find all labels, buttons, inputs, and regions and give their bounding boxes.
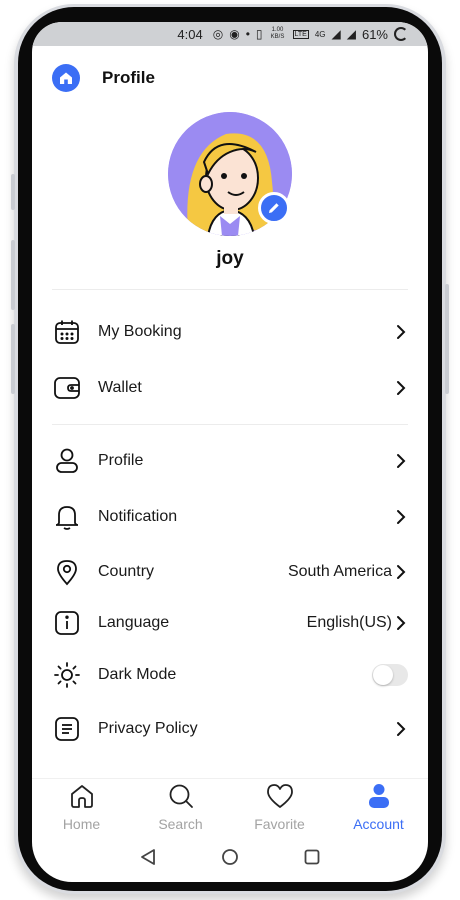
wallet-icon — [52, 373, 82, 403]
menu-item-language[interactable]: Language English(US) — [52, 601, 408, 645]
chevron-right-icon — [394, 507, 408, 527]
bottom-nav: Home Search Favorite Account — [32, 778, 428, 834]
menu-item-my-booking[interactable]: My Booking — [52, 310, 408, 354]
page-title: Profile — [102, 68, 155, 87]
phone-side-button — [11, 174, 15, 210]
nav-label: Account — [353, 816, 404, 832]
menu-item-profile[interactable]: Profile — [52, 439, 408, 483]
nav-label: Home — [62, 816, 101, 832]
divider — [52, 424, 408, 425]
home-button-icon[interactable] — [221, 848, 239, 871]
menu-label: Privacy Policy — [98, 720, 198, 737]
chevron-right-icon — [394, 613, 408, 633]
info-icon — [52, 608, 82, 638]
chevron-right-icon — [394, 322, 408, 342]
phone-side-button — [11, 324, 15, 394]
nav-item-account[interactable]: Account — [329, 779, 428, 834]
chevron-right-icon — [394, 451, 408, 471]
profile-username: joy — [216, 248, 244, 269]
status-bar: 4:04 ◎ ◉ • ▯ 1.00 KB/S LTE 4G ◢ ◢ 61% — [32, 22, 428, 46]
language-value: English(US) — [306, 614, 392, 631]
divider — [52, 289, 408, 290]
signal-icon: ◢ — [346, 27, 356, 41]
menu-label: My Booking — [98, 323, 182, 340]
home-icon — [69, 783, 95, 814]
home-icon[interactable] — [52, 64, 80, 92]
back-icon[interactable] — [139, 848, 157, 871]
menu-label: Profile — [98, 452, 144, 469]
network-speed: 1.00 KB/S — [270, 27, 285, 40]
nav-item-search[interactable]: Search — [131, 779, 230, 834]
location-icon — [52, 557, 82, 587]
recents-icon[interactable] — [303, 848, 321, 871]
app-screen: 4:04 ◎ ◉ • ▯ 1.00 KB/S LTE 4G ◢ ◢ 61% Pr… — [32, 22, 428, 882]
nav-label: Search — [158, 816, 203, 832]
user-icon — [52, 446, 82, 476]
menu-label: Dark Mode — [98, 666, 177, 683]
signal-icon: ◢ — [331, 27, 341, 41]
app-header: Profile — [52, 64, 155, 92]
phone-side-button — [11, 240, 15, 310]
battery-percent: 61% — [361, 26, 388, 42]
menu-label: Notification — [98, 508, 178, 525]
country-value: South America — [287, 563, 392, 580]
nav-item-favorite[interactable]: Favorite — [230, 779, 329, 834]
menu-item-country[interactable]: Country South America — [52, 550, 408, 594]
search-icon — [168, 783, 194, 814]
edit-avatar-icon[interactable] — [258, 192, 290, 224]
bell-icon — [52, 502, 82, 532]
status-time: 4:04 — [177, 26, 203, 42]
whatsapp-icon: ◎ — [212, 27, 224, 41]
account-icon — [367, 783, 391, 814]
chevron-right-icon — [394, 562, 408, 582]
network-type: 4G — [314, 29, 326, 39]
nav-label: Favorite — [254, 816, 305, 832]
sun-icon — [52, 660, 82, 690]
phone-power-button — [445, 284, 449, 394]
battery-icon — [394, 27, 408, 41]
volte-icon: LTE — [292, 29, 309, 39]
menu-label: Language — [98, 614, 170, 631]
menu-item-dark-mode: Dark Mode — [52, 653, 408, 697]
chrome-icon: ◉ — [229, 27, 240, 41]
menu-item-privacy-policy[interactable]: Privacy Policy — [52, 707, 408, 751]
menu-label: Wallet — [98, 379, 142, 396]
menu-item-wallet[interactable]: Wallet — [52, 366, 408, 410]
chevron-right-icon — [394, 719, 408, 739]
document-icon — [52, 714, 82, 744]
vibrate-icon: ▯ — [255, 27, 263, 41]
dark-mode-toggle[interactable] — [372, 664, 408, 686]
heart-icon — [266, 783, 294, 814]
calendar-icon — [52, 317, 82, 347]
nav-item-home[interactable]: Home — [32, 779, 131, 834]
dot-icon: • — [245, 27, 250, 41]
menu-item-notification[interactable]: Notification — [52, 495, 408, 539]
menu-label: Country — [98, 563, 155, 580]
system-nav-bar — [32, 836, 428, 882]
chevron-right-icon — [394, 378, 408, 398]
toggle-knob — [373, 665, 393, 685]
